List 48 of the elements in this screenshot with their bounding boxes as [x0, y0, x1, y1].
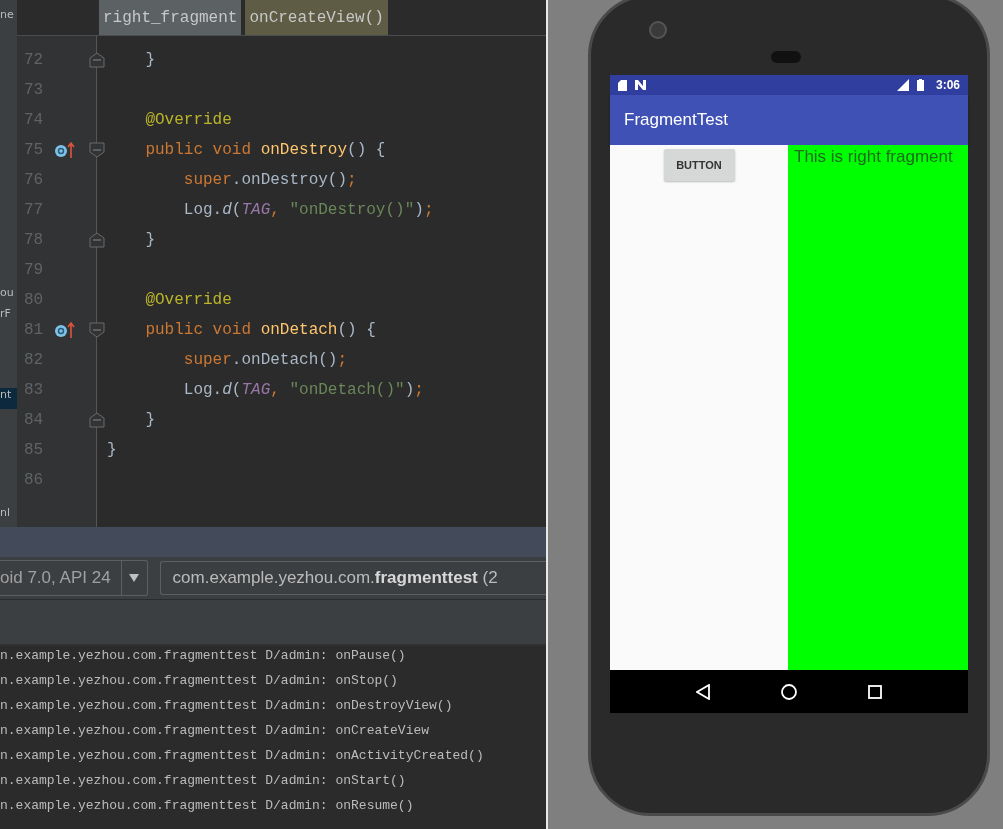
caret-icon — [129, 574, 140, 582]
fragment-text: This is right fragment — [794, 147, 953, 166]
code-line: public void onDestroy() { — [144, 141, 386, 159]
project-tree-item[interactable]: nl — [0, 506, 17, 527]
override-marker-icon[interactable] — [54, 141, 76, 159]
code-line: } — [144, 51, 155, 69]
home-icon[interactable] — [781, 683, 797, 700]
code-line: super.onDetach(); — [182, 351, 348, 369]
process-dropdown[interactable]: com.example.yezhou.com.fragmenttest (2 — [159, 561, 546, 595]
log-line: n.example.yezhou.com.fragmenttest D/admin: onStop() — [0, 673, 399, 690]
fold-marker-icon[interactable] — [89, 142, 105, 158]
project-tree-item[interactable]: ne — [0, 8, 17, 29]
override-marker-icon[interactable] — [54, 321, 76, 339]
log-line: n.example.yezhou.com.fragmenttest D/admin: onResume() — [0, 798, 415, 815]
log-line: n.example.yezhou.com.fragmenttest D/admin: onDestroyView() — [0, 698, 454, 715]
breadcrumb[interactable]: right_fragment — [99, 0, 242, 35]
code-line: @Override — [144, 111, 232, 129]
code-line: @Override — [144, 291, 232, 309]
fold-marker-icon[interactable] — [89, 232, 105, 248]
log-line: n.example.yezhou.com.fragmenttest D/admin: onCreateView — [0, 723, 431, 740]
log-line: n.example.yezhou.com.fragmenttest D/admin: onActivityCreated() — [0, 748, 485, 765]
fold-marker-icon[interactable] — [89, 412, 105, 428]
code-line: public void onDetach() { — [144, 321, 376, 339]
code-line: } — [106, 441, 117, 459]
code-line: Log.d(TAG, "onDetach()"); — [182, 381, 424, 399]
code-line: } — [144, 231, 155, 249]
breadcrumb[interactable]: onCreateView() — [245, 0, 388, 35]
camera-icon — [649, 21, 667, 39]
app-button[interactable]: BUTTON — [663, 149, 735, 181]
project-tree-item[interactable]: nt — [0, 388, 17, 409]
code-line: } — [144, 411, 155, 429]
project-tree-item[interactable]: ou — [0, 286, 17, 307]
battery-icon — [916, 79, 924, 91]
sd-card-icon — [618, 79, 627, 91]
device-dropdown[interactable]: oid 7.0, API 24 — [0, 560, 148, 596]
fold-marker-icon[interactable] — [89, 52, 105, 68]
speaker-icon — [771, 51, 801, 63]
back-icon[interactable] — [695, 683, 710, 700]
log-line: n.example.yezhou.com.fragmenttest D/admin: onStart() — [0, 773, 407, 790]
log-line: n.example.yezhou.com.fragmenttest D/admin: onPause() — [0, 648, 407, 665]
n-logo-icon — [635, 80, 646, 90]
recents-icon[interactable] — [868, 684, 883, 699]
project-tree-item[interactable]: rF — [0, 307, 17, 328]
clock: 3:06 — [935, 78, 960, 92]
app-title: FragmentTest — [624, 110, 728, 130]
code-line: super.onDestroy(); — [182, 171, 357, 189]
code-line: Log.d(TAG, "onDestroy()"); — [182, 201, 434, 219]
fold-marker-icon[interactable] — [89, 322, 105, 338]
